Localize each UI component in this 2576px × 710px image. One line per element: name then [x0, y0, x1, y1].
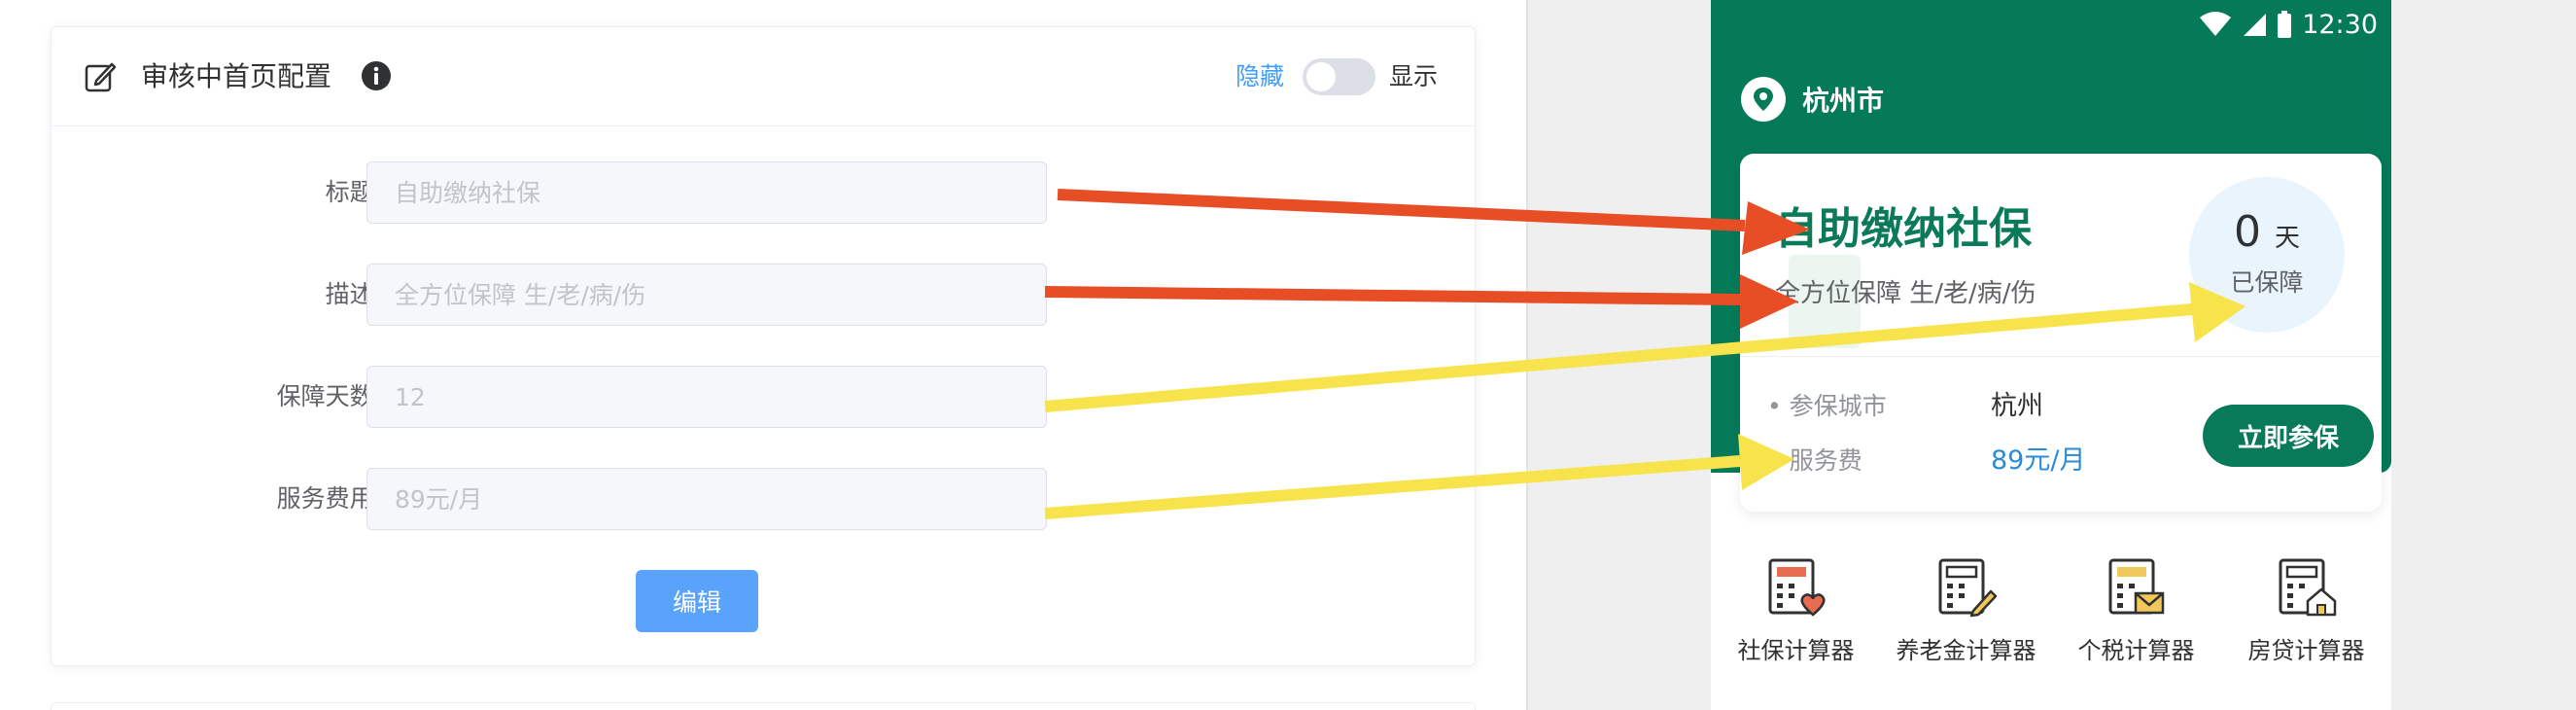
status-bar: 12:30 [2199, 6, 2378, 43]
tool-tax-calculator[interactable]: 个税计算器 [2051, 554, 2221, 665]
days-input[interactable] [366, 366, 1047, 428]
headline: 自助缴纳社保 [1775, 204, 2032, 254]
card-divider [1740, 356, 2382, 357]
tool-label: 养老金计算器 [1896, 637, 2036, 664]
status-time: 12:30 [2302, 9, 2378, 40]
location-pin-icon [1741, 77, 1786, 122]
form-row-days: 保障天数: [52, 366, 1475, 430]
days-unit: 天 [2274, 224, 2300, 253]
admin-panel: 审核中首页配置 隐藏 显示 标题: 描述: 保障天数: [0, 0, 1526, 710]
card-title: 审核中首页配置 [141, 60, 332, 92]
detail-row-fee: • 服务费 89元/月 [1767, 442, 2085, 480]
edit-icon [83, 59, 118, 94]
detail-city-label: • 参保城市 [1767, 392, 1887, 420]
form-row-title: 标题: [52, 161, 1475, 226]
divider-line [1526, 0, 1528, 710]
days-number: 0 [2233, 207, 2261, 257]
tool-social-security-calculator[interactable]: 社保计算器 [1711, 554, 1881, 665]
phone-preview-area: 12:30 杭州市 自助缴纳社保 全方位保障 生/老/病/伤 0 天 已保障 •… [1526, 0, 2576, 710]
calculator-house-icon [2279, 558, 2336, 617]
join-now-button[interactable]: 立即参保 [2203, 405, 2374, 467]
config-card: 审核中首页配置 隐藏 显示 标题: 描述: 保障天数: [51, 26, 1476, 666]
location-row[interactable]: 杭州市 [1740, 74, 1884, 124]
tool-mortgage-calculator[interactable]: 房贷计算器 [2221, 554, 2391, 665]
visibility-switch[interactable] [1303, 58, 1375, 95]
calculator-heart-icon [1768, 558, 1826, 617]
switch-knob [1306, 62, 1336, 91]
description-input[interactable] [366, 264, 1047, 326]
calculator-envelope-icon [2108, 558, 2164, 615]
next-card [51, 702, 1476, 710]
days-status-label: 已保障 [2230, 268, 2304, 297]
battery-icon [2278, 11, 2292, 38]
days-count: 0 天 [2189, 206, 2345, 265]
phone-screen: 12:30 杭州市 自助缴纳社保 全方位保障 生/老/病/伤 0 天 已保障 •… [1711, 0, 2391, 710]
title-input[interactable] [366, 161, 1047, 224]
signal-icon [2244, 14, 2267, 36]
tool-label: 房贷计算器 [2247, 637, 2365, 664]
edit-button[interactable]: 编辑 [636, 570, 758, 632]
detail-row-city: • 参保城市 杭州 [1767, 387, 2043, 426]
tool-label: 社保计算器 [1737, 637, 1855, 664]
wifi-icon [2200, 12, 2232, 36]
tool-pension-calculator[interactable]: 养老金计算器 [1881, 554, 2051, 665]
detail-fee-value: 89元/月 [1991, 445, 2086, 476]
description-label: 描述: [325, 280, 382, 308]
info-icon[interactable] [359, 58, 394, 93]
tool-label: 个税计算器 [2077, 637, 2195, 664]
location-city: 杭州市 [1802, 85, 1885, 117]
detail-city-value: 杭州 [1991, 391, 2043, 421]
calculator-pen-icon [1938, 558, 1997, 618]
fee-input[interactable] [366, 468, 1047, 530]
subline: 全方位保障 生/老/病/伤 [1775, 279, 2036, 308]
toggle-hide-label[interactable]: 隐藏 [1236, 60, 1284, 93]
days-label: 保障天数: [276, 382, 382, 410]
days-badge: 0 天 已保障 [2189, 177, 2345, 333]
card-header: 审核中首页配置 隐藏 显示 [52, 27, 1475, 126]
title-label: 标题: [325, 178, 382, 206]
fee-label: 服务费用: [276, 484, 382, 513]
calculator-tools: 社保计算器 养老金计算器 个税计算器 房贷计算器 [1711, 554, 2391, 691]
toggle-show-label[interactable]: 显示 [1389, 60, 1438, 93]
detail-fee-label: • 服务费 [1767, 446, 1862, 475]
form-row-fee: 服务费用: [52, 468, 1475, 532]
form-row-description: 描述: [52, 264, 1475, 328]
